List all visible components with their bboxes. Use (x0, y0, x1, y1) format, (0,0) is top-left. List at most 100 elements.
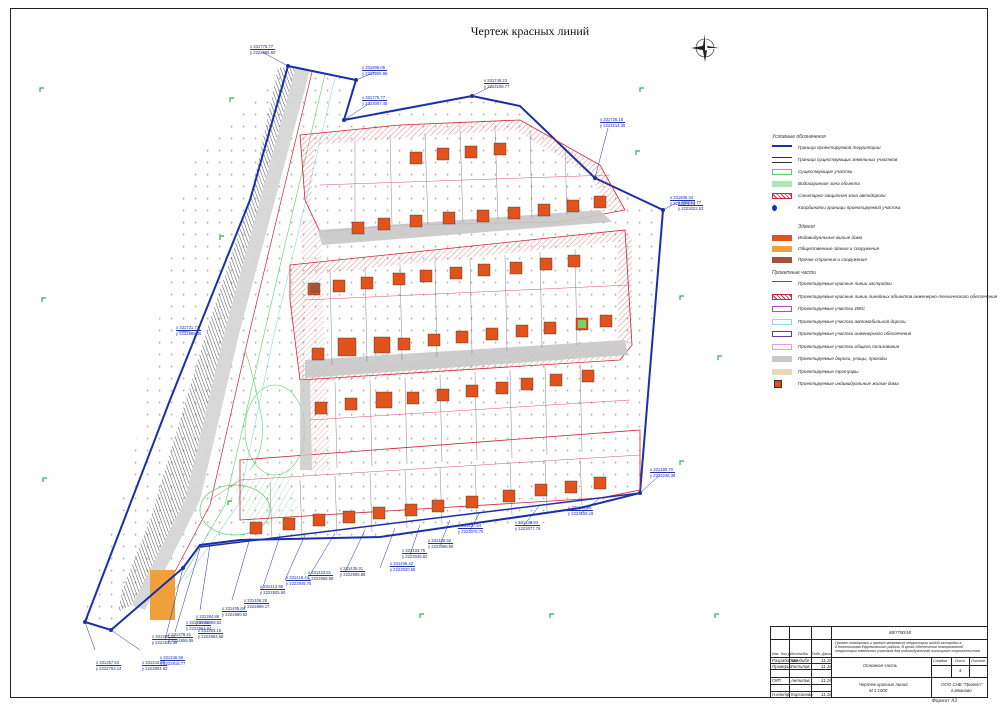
stamp-role-3: ГИП (772, 678, 781, 683)
stamp-sheet-label: Лист (955, 659, 965, 663)
coordinate-label: x 331480.70 y 2223246.38 (650, 467, 676, 478)
coordinate-y: y 2223020.55 (390, 567, 416, 572)
legend-row: Проектируемые участки ИЖС (768, 305, 968, 313)
legend-swatch-icon (772, 145, 792, 151)
coordinate-label: x 331406.28 y 2222899.17 (244, 598, 270, 609)
coordinate-label: x 331448.90 y 2223155.19 (568, 505, 594, 516)
coordinate-label: x 331726.16 y 2223214.35 (600, 117, 626, 128)
stamp-section: Основная часть (863, 663, 898, 668)
legend-label: Прочие строения и сооружения (798, 257, 867, 262)
coordinate-label: x 331612.77 y 2223022.53 (678, 200, 704, 211)
legend-label: Проектируемые тротуары (798, 368, 859, 374)
stamp-company: ООО СНБ "Проект" (941, 682, 983, 687)
stamp-role-2: Проверил (772, 664, 793, 669)
legend-swatch-icon (772, 281, 792, 287)
coordinate-label: x 331357.53 y 2222763.14 (96, 660, 122, 671)
stamp-name-4: Кирсанова (791, 692, 813, 697)
stamp-date-3: 11.18 (821, 678, 832, 683)
legend-swatch-icon (772, 356, 792, 362)
legend-swatch-icon (772, 205, 777, 211)
legend-heading-conditions: Условные обозначения (772, 134, 826, 140)
legend-label: Индивидуальные жилые дома (798, 235, 863, 240)
stamp-date-1: 11.18 (821, 658, 832, 663)
coordinate-label: x 331806.06 y 2222906.96 (362, 65, 388, 76)
legend-swatch-icon (772, 246, 792, 252)
legend-label: Водоохранная зона объекта (798, 181, 860, 186)
coordinate-label: x 331436.42 y 2223020.55 (390, 561, 416, 572)
coordinate-y: y 2223076.75 (458, 529, 484, 534)
legend-label: Существующие участки (798, 169, 853, 174)
legend-row: Индивидуальные жилые дома (768, 234, 968, 242)
coordinate-label: x 331413.98 y 2222925.60 (260, 584, 286, 595)
stamp-name-1: Миндибе (791, 658, 810, 663)
legend-swatch-icon (772, 169, 792, 175)
legend-label: Проектируемые дороги, улицы, проезды (798, 356, 887, 361)
coordinate-label: x 331775.77 y 2222885.60 (250, 44, 276, 55)
title-block: 88/7790/18 Проект планировки и проект ме… (770, 626, 988, 698)
legend-row: Водоохранная зона объекта (768, 180, 968, 188)
coordinate-y: y 2222885.60 (250, 50, 276, 55)
coordinate-label: x 331775.77 y 2223007.45 (362, 95, 388, 106)
legend-swatch-icon (772, 318, 792, 325)
coordinate-y: y 2222880.52 (222, 612, 248, 617)
legend-heading-project: Проектные части (772, 270, 816, 276)
legend-label: Проектируемые красные линии линейных объ… (798, 293, 998, 299)
coordinate-y: y 2222804.63 (142, 666, 168, 671)
legend-label: Проектируемые индивидуальные жилые дома (798, 381, 899, 386)
coordinate-y: y 2222995.86 (340, 572, 366, 577)
legend-swatch-icon (774, 380, 782, 388)
coordinate-y: y 2222763.14 (96, 666, 122, 671)
legend-label: Координаты границы проектируемой участка (798, 205, 901, 210)
stamp-name-3: Антипов (791, 678, 810, 683)
legend-row: Санитарно-защитная зона автодороги (768, 192, 968, 200)
legend-swatch-icon (772, 235, 792, 241)
legend-row: Проектируемые участки инженерного обеспе… (768, 330, 968, 338)
coordinate-y: y 2223022.53 (678, 206, 704, 211)
coordinate-label: x 331433.75 y 2223045.82 (402, 548, 428, 559)
legend-row: Проектируемые красные линии застройки (768, 280, 968, 288)
legend-row: Существующие участки (768, 168, 968, 176)
coordinate-y: y 2223155.19 (568, 511, 594, 516)
legend-swatch-icon (772, 181, 792, 187)
stamp-header-4: №док (799, 652, 809, 656)
stamp-sheets-label: Листов (971, 659, 985, 663)
legend-heading-buildings: Здания (798, 224, 815, 230)
coordinate-label: x 331418.44 y 2222945.75 (286, 575, 312, 586)
legend-label: Граница существующих земельных участков (798, 157, 898, 162)
coordinate-label: x 331436.94 y 2223077.75 (515, 520, 541, 531)
coordinate-y: y 2223214.35 (600, 123, 626, 128)
coordinate-y: y 2222832.36 (152, 640, 178, 645)
stamp-header-3: Лист (790, 652, 799, 656)
stamp-code: 88/7790/18 (889, 630, 911, 635)
stamp-stage-label: Стадия (933, 659, 948, 663)
legend-swatch-icon (772, 193, 792, 199)
coordinate-label: x 331437.64 y 2223076.75 (458, 523, 484, 534)
legend-row: Граница проектируемой территории (768, 144, 968, 152)
coordinate-y: y 2222945.75 (286, 581, 312, 586)
stamp-date-2: 11.18 (821, 664, 832, 669)
coordinate-y: y 2222925.60 (260, 590, 286, 595)
coordinate-label: x 331731.77 y 2222865.45 (176, 325, 202, 336)
legend-swatch-icon (772, 293, 792, 300)
coordinate-y: y 2222968.88 (308, 576, 334, 581)
coordinate-y: y 2223007.45 (362, 101, 388, 106)
coordinate-label: x 331436.92 y 2223056.59 (428, 538, 454, 549)
legend-row: Проектируемые дороги, улицы, проезды (768, 355, 968, 363)
coordinate-label: x 331383.15 y 2222863.55 (198, 628, 224, 639)
legend-row: Общественные здания и сооружения (768, 245, 968, 253)
sheet-format: Формат А3 (932, 699, 958, 704)
legend-swatch-icon (772, 368, 792, 375)
legend-row: Проектируемые участки общего пользования (768, 343, 968, 351)
drawing-sheet: Чертеж красных линий + (0, 0, 1000, 706)
legend-row: Проектируемые участки автомобильной доро… (768, 318, 968, 326)
legend-label: Граница проектируемой территории (798, 145, 881, 150)
legend-label: Проектируемые участки инженерного обеспе… (798, 331, 912, 336)
stamp-header-1: Изм. (772, 652, 780, 656)
stamp-role-4: Н.контр. (772, 692, 791, 697)
coordinate-y: y 2223077.75 (515, 526, 541, 531)
stamp-city: г.Иваново (951, 688, 972, 693)
stamp-header-6: Дата (822, 652, 831, 656)
coordinate-y: y 2222865.45 (176, 331, 202, 336)
stamp-header-5: Подп. (812, 652, 822, 656)
coordinate-label: x 331380.74 y 2222832.36 (152, 634, 178, 645)
